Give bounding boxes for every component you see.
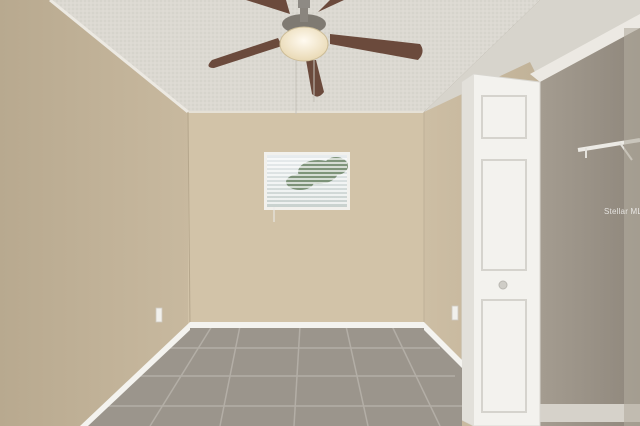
door-edge <box>462 74 474 426</box>
closet-right-edge <box>624 28 640 426</box>
wall-outlet-right <box>451 305 459 321</box>
wall-outlet <box>155 307 163 323</box>
watermark-text: Stellar MLS <box>604 207 640 216</box>
room-illustration <box>0 0 640 426</box>
door-knob <box>498 280 508 290</box>
back-wall <box>188 112 424 326</box>
baseboard-back <box>190 322 424 328</box>
room-photo: Stellar MLS <box>0 0 640 426</box>
